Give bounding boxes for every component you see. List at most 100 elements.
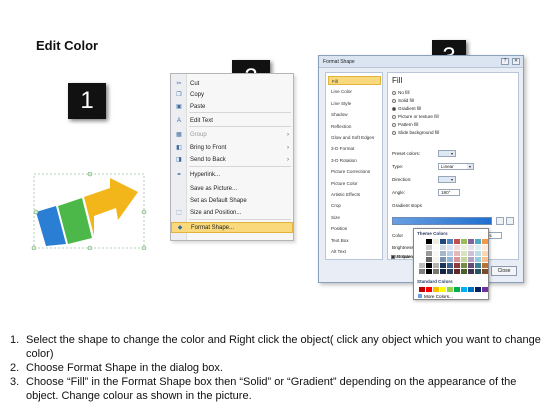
color-swatch[interactable] <box>426 251 432 256</box>
color-swatch[interactable] <box>447 257 453 262</box>
color-swatch[interactable] <box>461 257 467 262</box>
color-swatch[interactable] <box>454 269 460 274</box>
menu-item-edit-text[interactable]: A Edit Text <box>171 115 293 126</box>
close-window-button[interactable]: ✕ <box>512 58 520 65</box>
color-swatch[interactable] <box>419 245 425 250</box>
remove-stop-button[interactable] <box>506 217 514 225</box>
standard-color-swatch[interactable] <box>468 287 474 292</box>
resize-handle[interactable] <box>87 172 93 177</box>
rotate-checkbox[interactable] <box>391 254 395 259</box>
color-swatch[interactable] <box>468 251 474 256</box>
resize-handle[interactable] <box>31 245 37 250</box>
nav-item-shadow[interactable]: Shadow <box>328 110 381 119</box>
color-swatch[interactable] <box>468 239 474 244</box>
gradient-stops-bar[interactable] <box>392 217 492 225</box>
color-swatch[interactable] <box>454 263 460 268</box>
menu-item-send-to-back[interactable]: ◨ Send to Back › <box>171 154 293 165</box>
color-swatch[interactable] <box>475 263 481 268</box>
color-swatch[interactable] <box>454 239 460 244</box>
color-swatch[interactable] <box>454 257 460 262</box>
color-swatch[interactable] <box>482 251 488 256</box>
resize-handle[interactable] <box>141 245 147 250</box>
radio-button[interactable] <box>392 98 396 103</box>
color-swatch[interactable] <box>433 269 439 274</box>
nav-item-crop[interactable]: Crop <box>328 201 381 210</box>
radio-button[interactable] <box>392 90 396 95</box>
color-swatch[interactable] <box>454 245 460 250</box>
standard-color-swatch[interactable] <box>454 287 460 292</box>
fill-option-pattern-fill[interactable]: Pattern fill <box>392 121 418 128</box>
menu-item-hyperlink[interactable]: ⚭ Hyperlink... <box>171 169 293 180</box>
color-swatch[interactable] <box>426 245 432 250</box>
color-swatch[interactable] <box>440 263 446 268</box>
nav-item-alt-text[interactable]: Alt Text <box>328 247 381 256</box>
nav-item-fill[interactable]: Fill <box>328 76 381 85</box>
color-swatch[interactable] <box>440 257 446 262</box>
nav-item-text-box[interactable]: Text Box <box>328 236 381 245</box>
standard-color-swatch[interactable] <box>461 287 467 292</box>
nav-item-glow-and-soft-edges[interactable]: Glow and Soft Edges <box>328 133 381 142</box>
fill-option-picture-or-texture-fill[interactable]: Picture or texture fill <box>392 113 439 120</box>
color-swatch[interactable] <box>468 257 474 262</box>
color-swatch[interactable] <box>426 257 432 262</box>
fill-option-no-fill[interactable]: No fill <box>392 89 410 96</box>
standard-color-swatch[interactable] <box>447 287 453 292</box>
nav-item-size[interactable]: Size <box>328 213 381 222</box>
color-swatch[interactable] <box>482 263 488 268</box>
color-swatch[interactable] <box>454 251 460 256</box>
color-swatch[interactable] <box>433 263 439 268</box>
standard-color-swatch[interactable] <box>475 287 481 292</box>
color-swatch[interactable] <box>426 263 432 268</box>
nav-item-reflection[interactable]: Reflection <box>328 122 381 131</box>
nav-item-artistic-effects[interactable]: Artistic Effects <box>328 190 381 199</box>
nav-item-picture-color[interactable]: Picture Color <box>328 179 381 188</box>
nav-item-3-d-format[interactable]: 3-D Format <box>328 144 381 153</box>
nav-item-picture-corrections[interactable]: Picture Corrections <box>328 167 381 176</box>
selected-arrow-shape[interactable] <box>30 172 148 250</box>
color-swatch[interactable] <box>440 239 446 244</box>
standard-color-swatch[interactable] <box>440 287 446 292</box>
standard-color-swatch[interactable] <box>433 287 439 292</box>
color-swatch[interactable] <box>433 251 439 256</box>
color-swatch[interactable] <box>468 245 474 250</box>
menu-item-save-as-picture[interactable]: Save as Picture... <box>171 183 293 194</box>
yellow-arrow-segment[interactable] <box>84 178 138 236</box>
menu-item-paste[interactable]: ▣ Paste <box>171 101 293 112</box>
radio-button[interactable] <box>392 122 396 127</box>
radio-button[interactable] <box>392 130 396 135</box>
color-swatch[interactable] <box>468 269 474 274</box>
more-colors-link[interactable]: More Colors... <box>418 294 453 299</box>
fill-option-gradient-fill[interactable]: Gradient fill <box>392 105 421 112</box>
color-swatch[interactable] <box>419 251 425 256</box>
direction-dropdown[interactable]: ▾ <box>438 176 456 183</box>
color-swatch[interactable] <box>482 239 488 244</box>
color-swatch[interactable] <box>475 257 481 262</box>
color-swatch[interactable] <box>482 269 488 274</box>
color-swatch[interactable] <box>440 269 446 274</box>
type-dropdown[interactable]: Linear ▾ <box>438 163 474 170</box>
color-swatch[interactable] <box>447 263 453 268</box>
menu-item-format-shape[interactable]: ◆ Format Shape... <box>171 222 293 233</box>
color-swatch[interactable] <box>440 245 446 250</box>
menu-item-size-and-position[interactable]: ⬚ Size and Position... <box>171 207 293 218</box>
color-swatch[interactable] <box>419 239 425 244</box>
color-swatch[interactable] <box>447 269 453 274</box>
menu-item-copy[interactable]: ❐ Copy <box>171 89 293 100</box>
color-swatch[interactable] <box>433 245 439 250</box>
color-swatch[interactable] <box>475 269 481 274</box>
radio-button[interactable] <box>392 106 396 111</box>
menu-item-bring-to-front[interactable]: ◧ Bring to Front › <box>171 142 293 153</box>
color-swatch[interactable] <box>468 263 474 268</box>
menu-item-cut[interactable]: ✂ Cut <box>171 78 293 89</box>
close-button[interactable]: Close <box>491 266 517 276</box>
menu-item-set-as-default-shape[interactable]: Set as Default Shape <box>171 195 293 206</box>
color-swatch[interactable] <box>447 251 453 256</box>
color-swatch[interactable] <box>440 251 446 256</box>
color-swatch[interactable] <box>475 239 481 244</box>
fill-option-solid-fill[interactable]: Solid fill <box>392 97 414 104</box>
color-swatch[interactable] <box>419 269 425 274</box>
color-swatch[interactable] <box>475 251 481 256</box>
resize-handle[interactable] <box>33 209 39 215</box>
standard-color-swatch[interactable] <box>419 287 425 292</box>
color-swatch[interactable] <box>419 257 425 262</box>
